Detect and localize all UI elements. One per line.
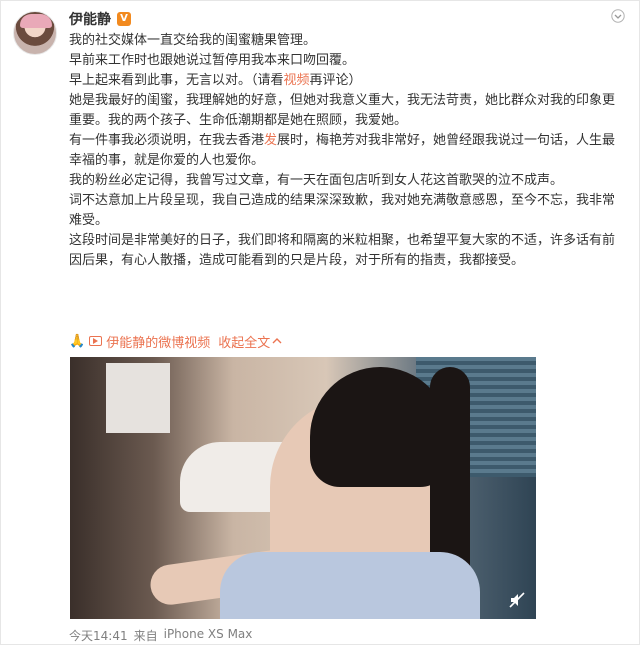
paragraph-3-note-open: （请看 [251,73,284,88]
verified-icon: V [117,12,131,26]
scene-shirt [220,552,480,619]
video-link[interactable]: 视频 [284,73,310,88]
paragraph-3-text: 早上起来看到此事，无言以对。 [69,73,252,88]
video-icon [89,336,103,346]
scene-towel [106,363,170,433]
paragraph-1: 我的社交媒体一直交给我的闺蜜糖果管理。 [69,33,317,48]
weibo-post-card: 伊能静 V 我的社交媒体一直交给我的闺蜜糖果管理。 早前来工作时也跟她说过暂停用… [0,0,640,645]
paragraph-2: 早前来工作时也跟她说过暂停用我本来口吻回覆。 [69,53,356,68]
avatar-hat [20,14,52,28]
paragraph-5: 有一件事我必须说明，在我去香港发展时，梅艳芳对我非常好，她曾经跟我说过一句话，人… [69,131,625,171]
chevron-up-icon[interactable] [272,337,282,345]
source-prefix: 来自 [133,629,158,643]
post-time[interactable]: 今天14:41 [69,627,128,644]
author-row: 伊能静 V [69,9,131,29]
paragraph-8: 这段时间是非常美好的日子，我们即将和隔离的米粒相聚，也希望平复大家的不适，许多话… [69,233,616,268]
post-text: 我的社交媒体一直交给我的闺蜜糖果管理。 早前来工作时也跟她说过暂停用我本来口吻回… [69,31,625,271]
topic-link[interactable]: 发 [264,133,277,148]
paragraph-7: 词不达意加上片段呈现，我自己造成的结果深深致歉，我对她充满敬意感恩，至今不忘，我… [69,193,616,228]
weibo-video-link[interactable]: 伊能静的微博视频 [106,332,210,351]
video-link-row: 🙏 伊能静的微博视频 收起全文 [69,331,282,351]
paragraph-3: 早上起来看到此事，无言以对。（请看视频再评论） [69,71,625,91]
post-meta: 今天14:41 来自 iPhone XS Max [69,627,252,644]
chevron-down-icon[interactable] [611,9,625,23]
video-frame [70,357,536,619]
paragraph-5-part-a: 有一件事我必须说明，在我去香港 [69,133,265,148]
avatar[interactable] [13,11,57,55]
source-device[interactable]: iPhone XS Max [164,627,253,644]
paragraph-6: 我的粉丝必定记得，我曾写过文章，有一天在面包店听到女人花这首歌哭的泣不成声。 [69,173,564,188]
paragraph-3-note-close: 再评论） [309,73,362,88]
video-player[interactable] [70,357,536,619]
username[interactable]: 伊能静 [69,9,111,29]
collapse-text-link[interactable]: 收起全文 [218,332,270,351]
pray-icon: 🙏 [69,333,86,349]
mute-icon[interactable] [508,591,526,609]
paragraph-4: 她是我最好的闺蜜，我理解她的好意，但她对我意义重大，我无法苛责，她比群众对我的印… [69,93,616,128]
